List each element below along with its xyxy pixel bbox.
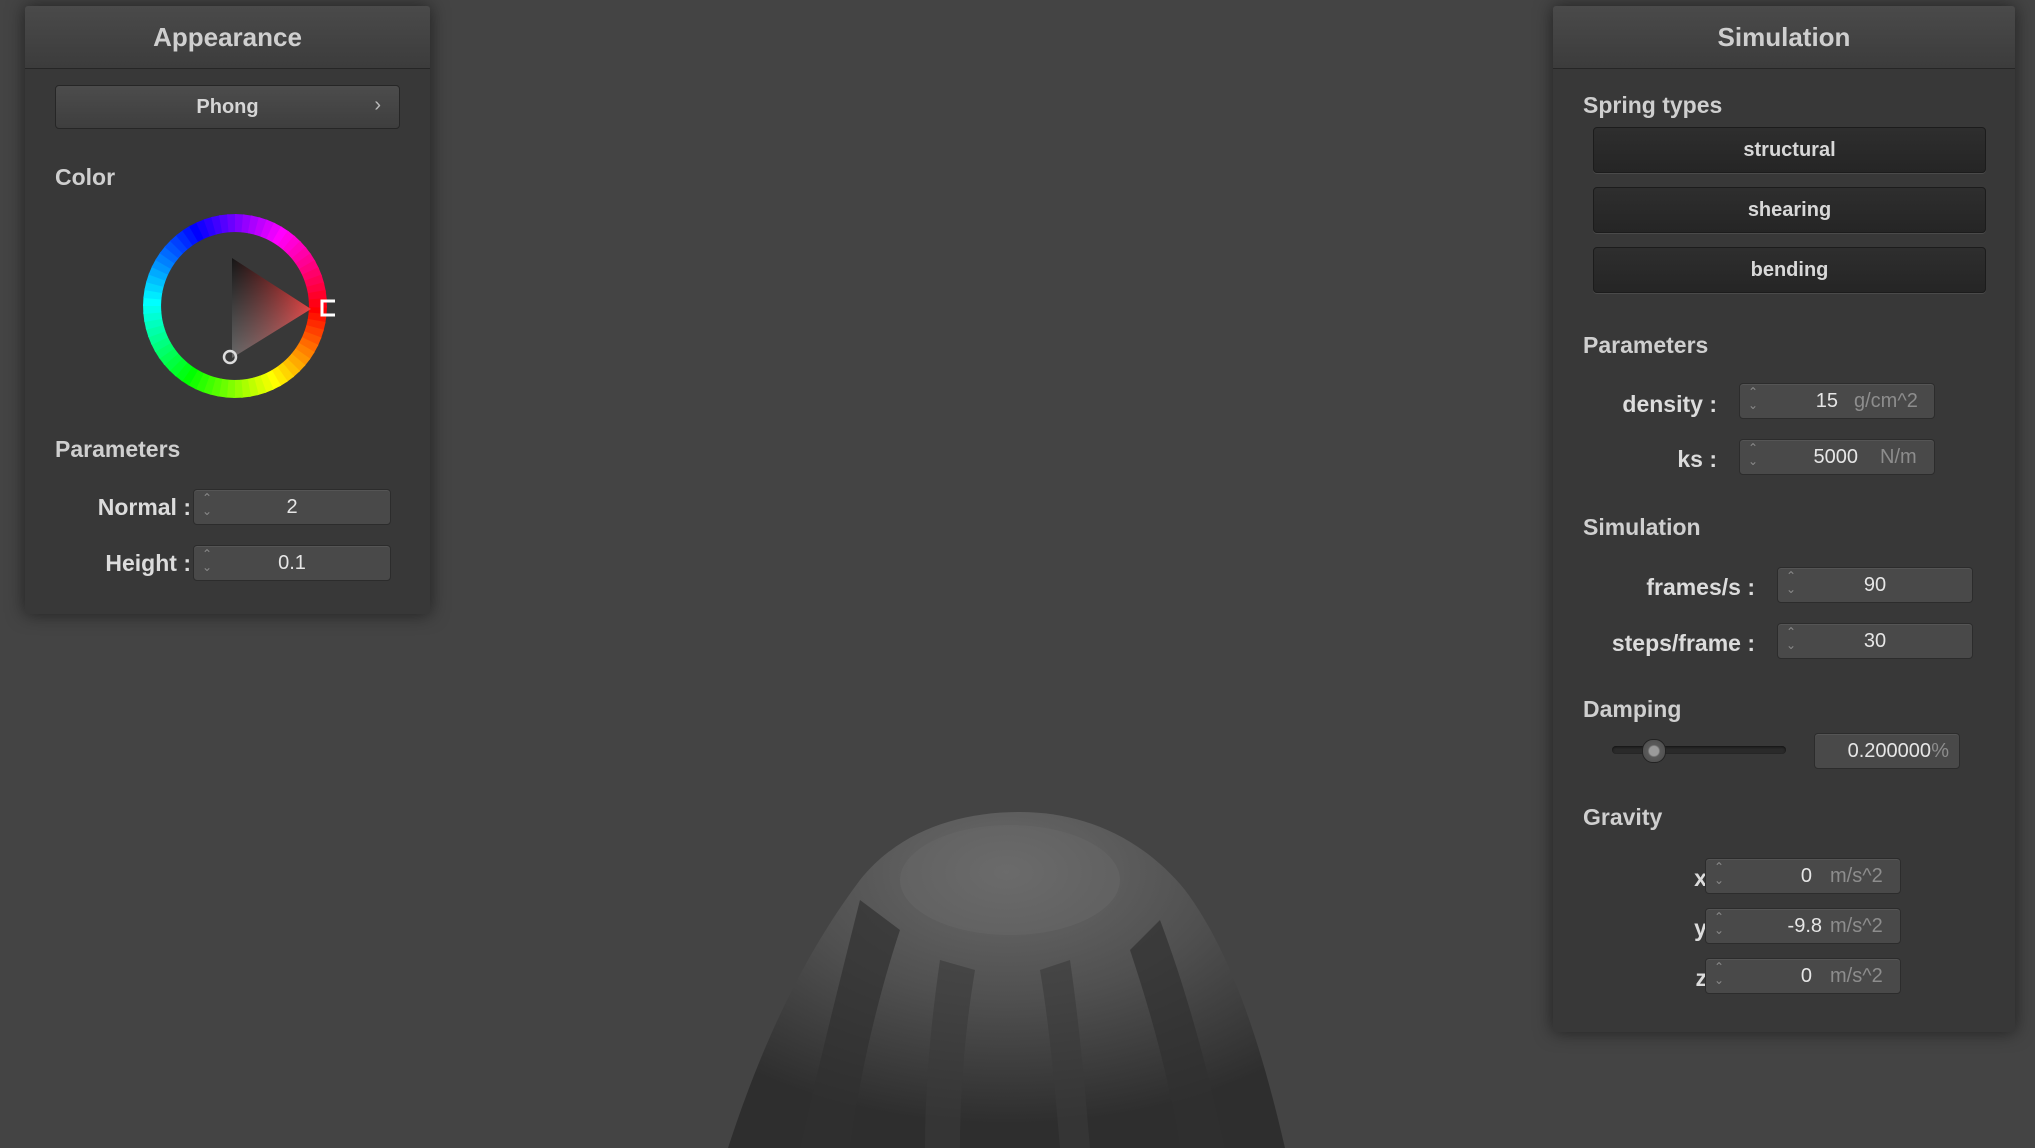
height-label: Height : — [105, 550, 191, 576]
simulation-panel: Simulation Spring types structural shear… — [1553, 6, 2015, 1032]
damping-slider-track — [1612, 746, 1786, 754]
ks-unit: N/m — [1880, 446, 1917, 468]
color-handle[interactable] — [222, 349, 238, 365]
steps-per-frame-field[interactable]: ⌃ ⌄ 30 — [1777, 623, 1973, 659]
structural-spring-button[interactable]: structural — [1593, 127, 1986, 173]
gravity-x-value: 0 — [1800, 865, 1812, 887]
gravity-z-value: 0 — [1800, 965, 1812, 987]
density-label: density : — [1622, 391, 1717, 417]
ks-value: 5000 — [1813, 446, 1859, 468]
spinner-arrows-icon[interactable]: ⌃ ⌄ — [1746, 442, 1760, 472]
ks-field[interactable]: ⌃ ⌄ 5000 N/m — [1739, 439, 1935, 475]
shader-select-button[interactable]: Phong › — [55, 85, 400, 129]
simulation-section-label: Simulation — [1583, 514, 1701, 540]
simulation-parameters-label: Parameters — [1583, 332, 1709, 358]
frames-per-second-field[interactable]: ⌃ ⌄ 90 — [1777, 567, 1973, 603]
gravity-x-field[interactable]: ⌃ ⌄ 0 m/s^2 — [1705, 858, 1901, 894]
gravity-y-field[interactable]: ⌃ ⌄ -9.8 m/s^2 — [1705, 908, 1901, 944]
density-field[interactable]: ⌃ ⌄ 15 g/cm^2 — [1739, 383, 1935, 419]
chevron-right-icon: › — [374, 94, 381, 116]
shearing-spring-button[interactable]: shearing — [1593, 187, 1986, 233]
frames-per-second-label: frames/s : — [1646, 574, 1755, 600]
normal-field[interactable]: ⌃ ⌄ 2 — [193, 489, 391, 525]
appearance-panel-title[interactable]: Appearance — [25, 6, 430, 69]
damping-label: Damping — [1583, 696, 1682, 722]
simulation-panel-title[interactable]: Simulation — [1553, 6, 2015, 69]
gravity-x-unit: m/s^2 — [1830, 865, 1883, 887]
gravity-z-unit: m/s^2 — [1830, 965, 1883, 987]
color-section-label: Color — [55, 164, 116, 190]
color-wheel[interactable] — [135, 206, 335, 406]
height-value: 0.1 — [278, 552, 306, 574]
damping-value: 0.200000 — [1847, 740, 1931, 762]
frames-per-second-value: 90 — [1863, 574, 1887, 596]
gravity-y-value: -9.8 — [1787, 915, 1822, 937]
normal-value: 2 — [286, 496, 298, 518]
damping-slider-thumb[interactable] — [1642, 739, 1666, 763]
spinner-arrows-icon[interactable]: ⌃ ⌄ — [1712, 861, 1726, 891]
steps-per-frame-value: 30 — [1863, 630, 1887, 652]
density-unit: g/cm^2 — [1854, 390, 1918, 412]
bending-spring-button[interactable]: bending — [1593, 247, 1986, 293]
steps-per-frame-label: steps/frame : — [1611, 630, 1755, 656]
gravity-y-label: y : — [1694, 915, 1721, 941]
gravity-z-label: z : — [1695, 965, 1721, 991]
ks-label: ks : — [1677, 446, 1717, 472]
spinner-arrows-icon[interactable]: ⌃ ⌄ — [1712, 911, 1726, 941]
appearance-panel: Appearance Phong › Color Parameters Norm… — [25, 6, 430, 614]
appearance-parameters-label: Parameters — [55, 436, 181, 462]
spinner-arrows-icon[interactable]: ⌃ ⌄ — [1712, 961, 1726, 991]
gravity-y-unit: m/s^2 — [1830, 915, 1883, 937]
normal-label: Normal : — [97, 494, 191, 520]
spinner-arrows-icon[interactable]: ⌃ ⌄ — [1746, 386, 1760, 416]
spring-types-label: Spring types — [1583, 92, 1723, 118]
damping-unit: % — [1931, 740, 1949, 762]
cloth-mesh — [728, 812, 1285, 1148]
gravity-z-field[interactable]: ⌃ ⌄ 0 m/s^2 — [1705, 958, 1901, 994]
density-value: 15 — [1815, 390, 1838, 412]
shader-select-label: Phong — [196, 96, 259, 118]
damping-slider[interactable] — [1612, 739, 1786, 763]
damping-field[interactable]: 0.200000 % — [1814, 733, 1960, 769]
height-field[interactable]: ⌃ ⌄ 0.1 — [193, 545, 391, 581]
gravity-x-label: x : — [1694, 865, 1721, 891]
gravity-label: Gravity — [1583, 804, 1663, 830]
